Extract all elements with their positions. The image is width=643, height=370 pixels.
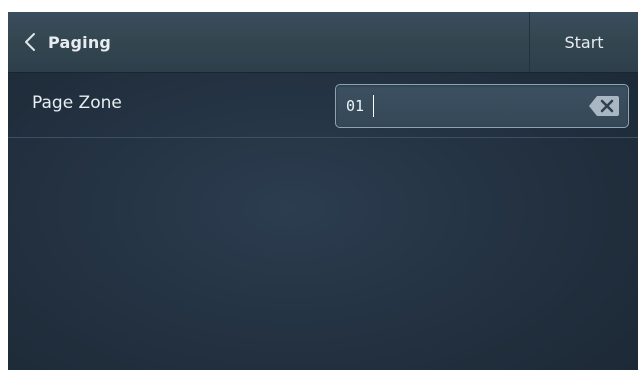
page-title: Paging [48,32,112,52]
backspace-clear-icon[interactable] [588,95,620,117]
page-zone-label: Page Zone [32,93,122,113]
start-button[interactable]: Start [529,12,638,72]
chevron-left-icon [20,32,40,52]
back-button[interactable]: Paging [8,12,208,72]
page-zone-input-box[interactable] [335,84,629,128]
text-caret [373,95,374,117]
paging-screen: Paging Start Page Zone [8,12,638,370]
page-zone-row: Page Zone [8,73,638,138]
header-bar: Paging Start [8,12,638,73]
